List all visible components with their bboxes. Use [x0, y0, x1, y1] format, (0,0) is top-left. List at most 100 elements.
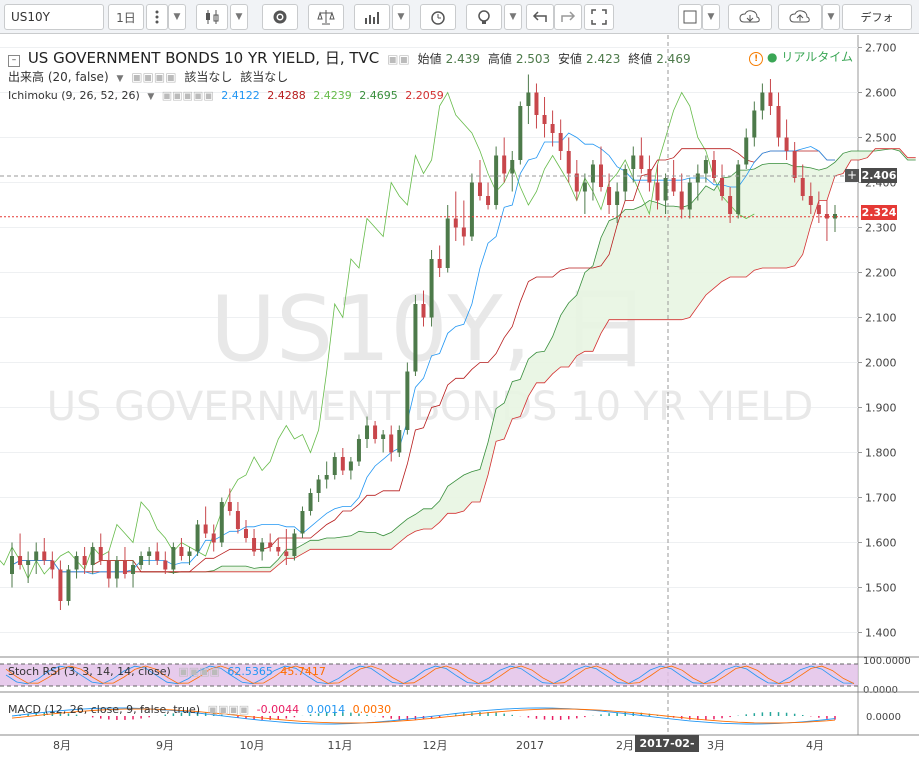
candle-body [728, 196, 733, 214]
candle-body [284, 551, 289, 556]
x-tick-label: 2月 [616, 739, 634, 752]
high-label: 高値 [487, 52, 512, 66]
interval-label: 1日 [116, 10, 136, 25]
chart-style-dropdown-icon[interactable]: ▼ [230, 4, 248, 30]
candle-body [26, 560, 31, 565]
macd-settings-icon[interactable]: ▣▣▣▣ [208, 703, 250, 716]
candle-body [752, 110, 757, 138]
candle-body [510, 160, 515, 174]
candle-body [90, 547, 95, 565]
interval-button[interactable]: 1日 [108, 4, 144, 30]
candle-body [82, 556, 87, 565]
candle-body [647, 169, 652, 183]
candle-body [469, 182, 474, 237]
y-tick-label: 1.400 [865, 627, 897, 640]
candle-body [276, 547, 281, 552]
candle-body [590, 164, 595, 183]
layout-square-icon[interactable] [678, 4, 702, 30]
default-template-button[interactable]: デフォ [842, 4, 912, 30]
add-plus-icon[interactable]: + [845, 169, 859, 182]
indicators-dropdown-icon[interactable]: ▼ [392, 4, 410, 30]
candle-body [445, 218, 450, 268]
alert-clock-icon[interactable] [420, 4, 456, 30]
candle-body [365, 425, 370, 439]
volume-legend: 出来高 (20, false) ▼ ▣▣▣▣ 該当なし 該当なし [8, 68, 292, 85]
ichimoku-kijun-value: 2.4288 [267, 89, 306, 102]
cloud-download-icon[interactable] [728, 4, 772, 30]
volume-settings-icon[interactable]: ▣▣▣▣ [131, 70, 176, 84]
ichimoku-settings-icon[interactable]: ▣▣▣▣▣ [162, 89, 214, 102]
candle-body [163, 560, 168, 570]
candle-body [389, 434, 394, 453]
candle-body [421, 304, 426, 318]
legend-settings-icon[interactable]: ▣▣ [387, 52, 410, 66]
interval-dropdown-icon[interactable]: ▼ [168, 4, 186, 30]
warning-icon[interactable]: ! [749, 52, 764, 66]
compare-scale-icon[interactable] [308, 4, 344, 30]
more-icon[interactable] [146, 4, 168, 30]
cloud-upload-icon[interactable] [778, 4, 822, 30]
gear-icon[interactable] [262, 4, 298, 30]
y-tick-label: 1.800 [865, 447, 897, 460]
candle-body [179, 547, 184, 556]
y-tick-label: 2.500 [865, 132, 897, 145]
redo-icon[interactable] [554, 4, 582, 30]
save-dropdown-icon[interactable]: ▼ [822, 4, 840, 30]
candle-body [784, 137, 789, 151]
candle-body [348, 461, 353, 471]
low-label: 安値 [558, 52, 583, 66]
macd-zero-label: 0.0000 [866, 712, 901, 723]
candle-body [98, 547, 103, 561]
candle-body [695, 173, 700, 183]
symbol-search-button[interactable]: US10Y [4, 4, 104, 30]
idea-dropdown-icon[interactable]: ▼ [504, 4, 522, 30]
ichimoku-chikou-value: 2.4239 [313, 89, 352, 102]
candle-style-icon[interactable] [196, 4, 228, 30]
x-tick-label: 12月 [423, 739, 448, 752]
x-tick-label: 10月 [240, 739, 265, 752]
candle-body [760, 92, 765, 111]
x-tick-label: 2017 [516, 739, 544, 752]
volume-value-2: 該当なし [240, 70, 289, 84]
open-label: 始値 [417, 52, 442, 66]
stoch-lower-label: 0.0000 [863, 685, 898, 696]
candle-body [615, 191, 620, 205]
y-tick-label: 1.500 [865, 582, 897, 595]
macd-line-value: 0.0014 [306, 703, 346, 716]
volume-dropdown-icon[interactable]: ▼ [116, 74, 123, 84]
candle-body [155, 551, 160, 561]
candle-body [340, 457, 345, 471]
y-tick-label: 1.700 [865, 492, 897, 505]
candle-body [356, 439, 361, 462]
volume-label: 出来高 (20, false) [8, 70, 109, 84]
candle-body [768, 92, 773, 106]
undo-icon[interactable] [526, 4, 554, 30]
ichimoku-dropdown-icon[interactable]: ▼ [147, 92, 154, 102]
idea-bulb-icon[interactable] [466, 4, 502, 30]
y-tick-label: 1.600 [865, 537, 897, 550]
indicators-icon[interactable] [354, 4, 390, 30]
candle-body [631, 155, 636, 169]
macd-label: MACD (12, 26, close, 9, false, true) [8, 703, 201, 716]
stoch-k-value: 62.5365 [227, 665, 273, 678]
candle-body [171, 547, 176, 570]
price-chart[interactable]: 2.7002.6002.5002.4002.3002.2002.1002.000… [0, 35, 919, 755]
stoch-settings-icon[interactable]: ▣▣▣▣ [178, 665, 220, 678]
candle-body [219, 502, 224, 543]
realtime-status: ! ● リアルタイム [749, 48, 853, 66]
collapse-icon[interactable]: – [8, 55, 20, 67]
realtime-label: リアルタイム [781, 50, 853, 64]
macd-signal-value: 0.0030 [352, 703, 392, 716]
ichimoku-span-a-value: 2.4695 [359, 89, 398, 102]
volume-value-1: 該当なし [184, 70, 233, 84]
candle-body [663, 178, 668, 201]
fullscreen-icon[interactable] [584, 4, 614, 30]
crosshair-date-box: 2017-02-14 [635, 735, 699, 767]
candle-body [316, 479, 321, 493]
x-tick-label: 11月 [328, 739, 353, 752]
candle-body [195, 524, 200, 552]
candle-body [139, 556, 144, 565]
layout-dropdown-icon[interactable]: ▼ [702, 4, 720, 30]
candle-body [227, 502, 232, 511]
